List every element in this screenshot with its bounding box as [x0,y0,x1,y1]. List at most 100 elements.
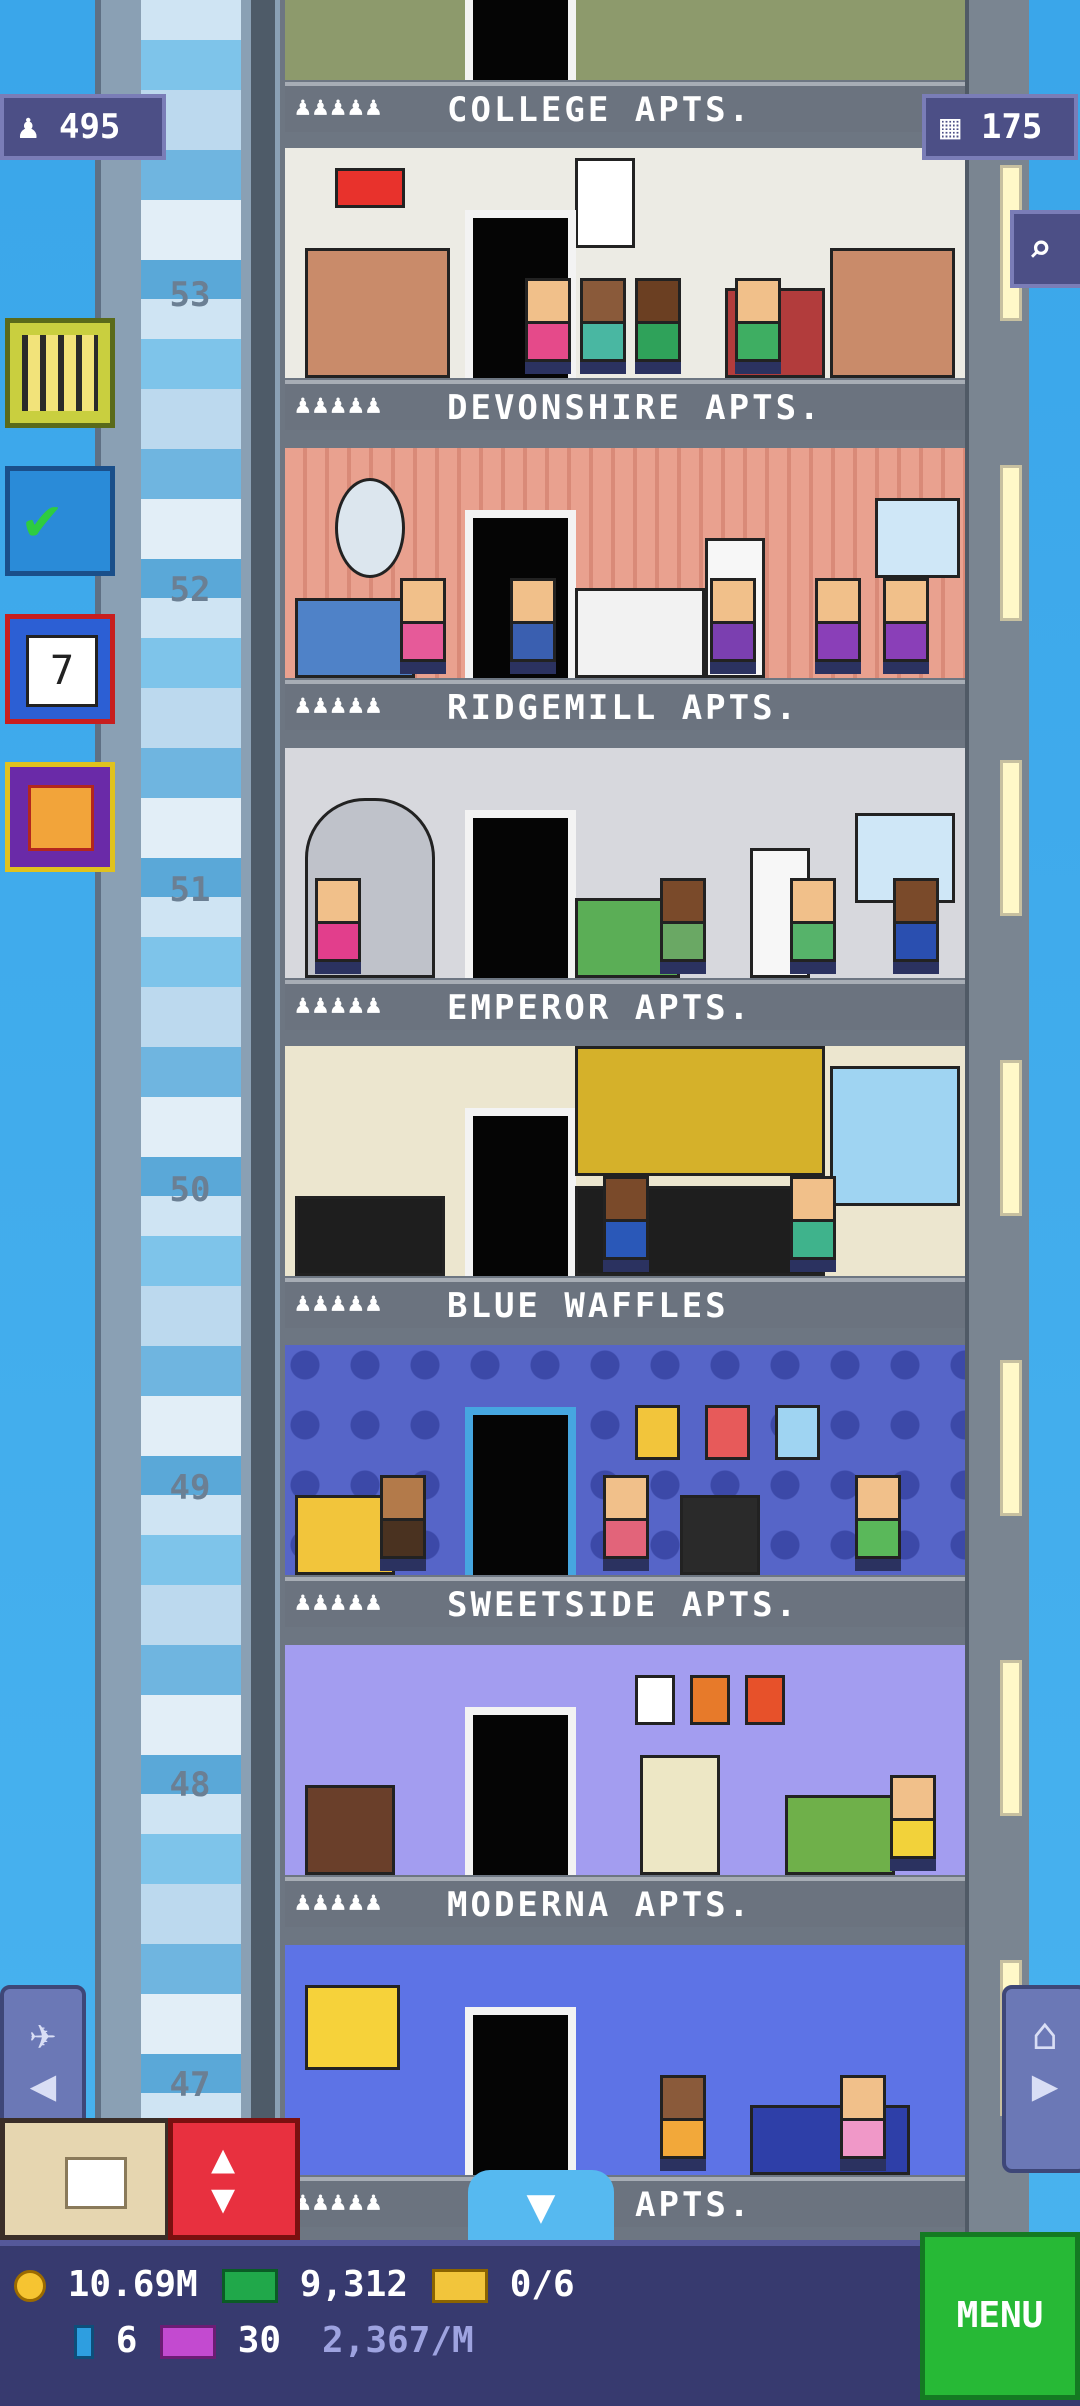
floor-label: ♟♟♟♟♟ SWEETSIDE APTS. [285,1577,965,1627]
menu-button[interactable]: MENU [920,2232,1080,2400]
resident[interactable] [790,1176,836,1272]
home-nav-button[interactable]: ⌂ ▶ [1002,1985,1080,2173]
chevron-down-icon: ▼ [526,2178,556,2234]
storage-button[interactable] [0,2118,170,2240]
gift-icon [28,785,94,851]
resident[interactable] [710,578,756,674]
coins-stat[interactable]: 10.69M [14,2264,198,2305]
resident[interactable] [525,278,571,374]
resident[interactable] [890,1775,936,1871]
resident[interactable] [315,878,361,974]
window-light [1000,465,1022,621]
residents-indicator: ♟♟♟♟♟ [295,1887,384,1917]
floor-devonshire-apts[interactable]: ♟♟♟♟♟ DEVONSHIRE APTS. [285,148,965,430]
floor-label: ♟♟♟♟♟ COLLEGE APTS. [285,82,965,132]
arcade-cabinet [640,1755,720,1875]
floor-name: MODERNA APTS. [447,1885,753,1925]
door [465,1707,576,1875]
floor-label: ♟♟♟♟♟ EMPEROR APTS. [285,980,965,1030]
sofa [295,598,415,678]
resident[interactable] [855,1475,901,1571]
floor-apts[interactable]: ♟♟♟♟♟ APTS. [285,1945,965,2227]
poster [575,158,635,248]
box-icon [65,2157,127,2209]
resident[interactable] [660,878,706,974]
calendar-button[interactable]: 7 [5,614,115,724]
vip-stat[interactable]: 30 [160,2320,281,2361]
resident[interactable] [603,1176,649,1272]
picture-frame [690,1675,730,1725]
chevron-right-icon: ▶ [1031,2060,1059,2111]
sofa [785,1795,895,1875]
room-interior [285,748,965,978]
resident[interactable] [883,578,929,674]
elevator-button[interactable]: ▲ ▼ [168,2118,300,2240]
window-light [1000,760,1022,916]
tickets-value: 0/6 [509,2264,575,2305]
resident[interactable] [790,878,836,974]
bux-value: 9,312 [299,2264,409,2305]
room-interior [285,148,965,378]
population-badge[interactable]: ♟ 495 [0,94,166,160]
floor-ridgemill-apts[interactable]: ♟♟♟♟♟ RIDGEMILL APTS. [285,448,965,730]
coins-value: 10.69M [67,2264,198,2305]
floor-name: APTS. [635,2185,753,2225]
floor-blue-waffles[interactable]: ♟♟♟♟♟ BLUE WAFFLES [285,1046,965,1328]
door [465,1407,576,1575]
resident[interactable] [893,878,939,974]
door [465,2007,576,2175]
room-interior [285,1645,965,1875]
elevator-track [141,0,241,2240]
window-light [1000,1360,1022,1516]
picture-frame [705,1405,750,1460]
residents-indicator: ♟♟♟♟♟ [295,92,384,122]
floor-moderna-apts[interactable]: ♟♟♟♟♟ MODERNA APTS. [285,1645,965,1927]
residents-indicator: ♟♟♟♟♟ [295,1288,384,1318]
picture-frame [635,1675,675,1725]
room-interior [285,1345,965,1575]
resident[interactable] [603,1475,649,1571]
resident[interactable] [735,278,781,374]
bux-stat[interactable]: 9,312 [222,2264,408,2305]
cash-icon [222,2269,278,2303]
status-bar: 10.69M 9,312 0/6 6 30 2,367/M [0,2240,1080,2406]
scroll-down-button[interactable]: ▼ [468,2170,614,2242]
bunk-desk [305,248,450,378]
build-button[interactable] [5,318,115,428]
floor-number: 48 [169,1765,211,1805]
pennant-flag [335,168,405,208]
income-stat: 2,367/M [322,2320,474,2361]
resident[interactable] [380,1475,426,1571]
floor-sweetside-apts[interactable]: ♟♟♟♟♟ SWEETSIDE APTS. [285,1345,965,1627]
floor-number: 47 [169,2065,211,2105]
gems-stat[interactable]: 6 [74,2320,137,2361]
population-count: 495 [58,107,121,147]
person-icon: ♟ [18,107,39,147]
tickets-stat[interactable]: 0/6 [432,2264,575,2305]
floor-number: 53 [169,275,211,315]
floors-badge[interactable]: ▦ 175 [922,94,1078,160]
door [465,0,576,80]
floor-name: SWEETSIDE APTS. [447,1585,800,1625]
search-button[interactable]: ⌕ [1010,210,1080,288]
gift-button[interactable] [5,762,115,872]
door [465,810,576,978]
resident[interactable] [660,2075,706,2171]
resident[interactable] [510,578,556,674]
resident[interactable] [400,578,446,674]
resident[interactable] [580,278,626,374]
floor-emperor-apts[interactable]: ♟♟♟♟♟ EMPEROR APTS. [285,748,965,1030]
sofa [750,2105,910,2175]
window-light [1000,1660,1022,1816]
floor-college-apts[interactable]: ♟♟♟♟♟ COLLEGE APTS. [285,0,965,132]
residents-indicator: ♟♟♟♟♟ [295,390,384,420]
elevator-shaft[interactable] [95,0,297,2240]
home-icon: ⌂ [1031,2009,1059,2060]
resident[interactable] [840,2075,886,2171]
resident[interactable] [635,278,681,374]
missions-button[interactable]: ✔ [5,466,115,576]
room-interior [285,448,965,678]
resident[interactable] [815,578,861,674]
armchair [680,1495,760,1575]
checklist-icon: ✔ [24,484,61,554]
